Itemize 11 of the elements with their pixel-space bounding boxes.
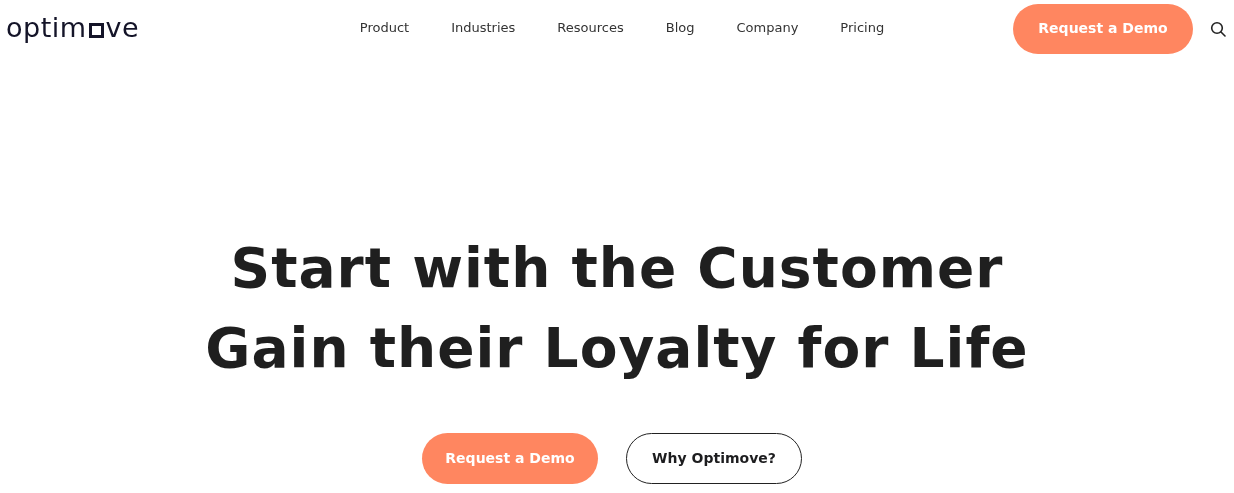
- nav-link[interactable]: Industries: [451, 17, 516, 38]
- hero-heading: Start with the Customer: [230, 235, 1004, 302]
- nav-link[interactable]: Pricing: [840, 17, 885, 38]
- nav-link[interactable]: Company: [736, 17, 799, 38]
- nav-link[interactable]: Resources: [557, 17, 624, 38]
- why-optimove-button[interactable]: Why Optimove?: [626, 433, 802, 484]
- hero-heading: Gain their Loyalty for Life: [205, 315, 1029, 382]
- logo[interactable]: optim ve: [6, 14, 140, 41]
- search-icon[interactable]: [1210, 21, 1226, 37]
- nav-link[interactable]: Blog: [665, 17, 695, 38]
- nav-link[interactable]: Product: [359, 17, 410, 38]
